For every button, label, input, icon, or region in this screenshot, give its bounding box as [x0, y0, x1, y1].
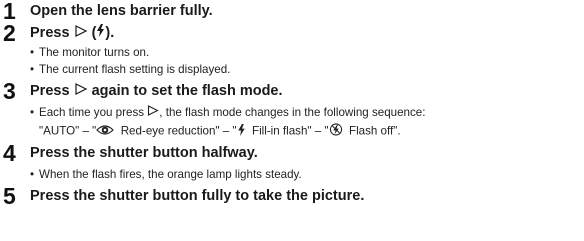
step-number: 5 [3, 183, 16, 209]
step-2-bullet-1: • The monitor turns on. [30, 46, 150, 59]
step-heading-prefix: Press [30, 25, 70, 41]
step-heading: Press the shutter button fully to take t… [30, 188, 365, 204]
step-heading-suffix: ). [105, 25, 115, 41]
step-number: 4 [3, 140, 16, 166]
step-number: 2 [3, 20, 16, 46]
step-heading: Press again to set the flash mode. [30, 82, 283, 100]
step-3-bullet-1: • Each time you press , the flash mode ch… [30, 105, 426, 120]
step-3-sequence: "AUTO" – " Red-eye reduction" – " Fill-i… [30, 123, 401, 140]
step-number: 3 [3, 78, 16, 104]
flash-icon [237, 123, 246, 140]
flash-off-icon [329, 123, 343, 140]
right-triangle-icon [147, 105, 160, 120]
right-triangle-icon [74, 24, 88, 42]
step-heading: Press ( ). [30, 24, 114, 42]
step-heading-suffix: again to set the flash mode. [91, 83, 283, 99]
right-triangle-icon [74, 82, 88, 100]
step-4-bullet-1: • When the flash fires, the orange lamp l… [30, 168, 302, 181]
step-heading: Open the lens barrier fully. [30, 3, 213, 19]
step-heading-prefix: Press [30, 83, 70, 99]
step-heading: Press the shutter button halfway. [30, 145, 258, 161]
step-2-bullet-2: • The current flash setting is displayed. [30, 63, 231, 76]
red-eye-icon [96, 124, 115, 140]
